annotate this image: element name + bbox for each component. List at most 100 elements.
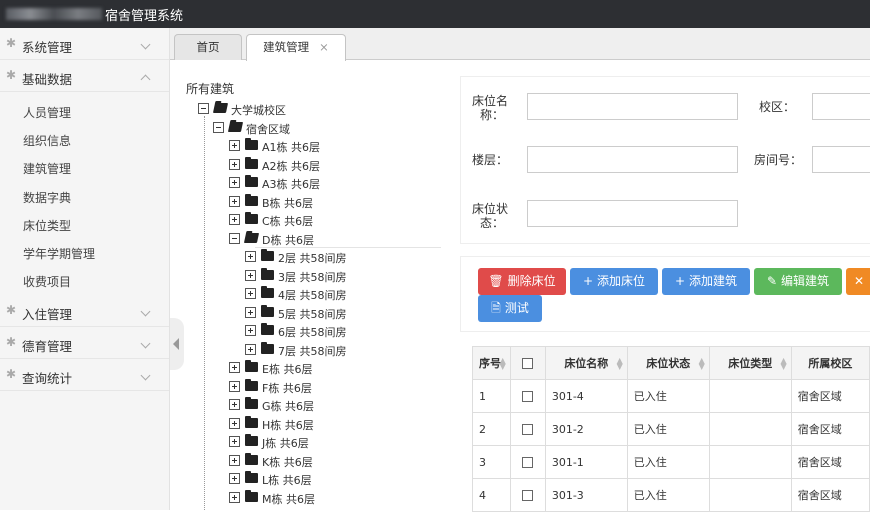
row-checkbox[interactable] — [522, 424, 534, 435]
tree-node[interactable]: G栋 共6层 — [186, 396, 446, 414]
tree-node[interactable]: 2层 共58间房 — [186, 248, 446, 266]
expand-icon[interactable] — [245, 343, 256, 355]
tab-home[interactable]: 首页 — [174, 34, 242, 60]
expand-icon[interactable] — [229, 399, 240, 410]
tab-building-management[interactable]: 建筑管理 × — [246, 34, 346, 61]
tree-node[interactable]: K栋 共6层 — [186, 452, 446, 470]
sidebar-collapse-toggle[interactable] — [170, 318, 184, 370]
expand-icon[interactable] — [229, 362, 240, 373]
folder-icon — [261, 286, 274, 298]
tree-node[interactable]: 大学城校区 — [186, 100, 446, 118]
close-tab-icon[interactable]: × — [319, 40, 329, 54]
campus-input[interactable] — [812, 93, 870, 120]
row-select[interactable] — [509, 379, 546, 413]
top-bar: 宿舍管理系统 — [0, 0, 870, 28]
row-checkbox[interactable] — [522, 490, 534, 501]
table-row[interactable]: 3 301-1 已入住 宿舍区域 — [472, 445, 870, 479]
sidebar-group[interactable]: ✱ 基础数据 — [0, 60, 169, 92]
tree-node[interactable]: J栋 共6层 — [186, 433, 446, 451]
tree-node[interactable]: A1栋 共6层 — [186, 137, 446, 155]
delete-bed-button[interactable]: 🗑 删除床位 — [478, 268, 566, 295]
add-building-button[interactable]: + 添加建筑 — [662, 268, 750, 295]
col-select-all[interactable] — [509, 346, 546, 380]
sort-icon: ▲ ▼ — [780, 356, 787, 371]
sidebar-group[interactable]: ✱ 入住管理 — [0, 295, 169, 328]
expand-icon[interactable] — [229, 417, 240, 429]
tree-node[interactable]: F栋 共6层 — [186, 378, 446, 396]
bed-name-input[interactable] — [527, 93, 738, 120]
tree-node[interactable]: B栋 共6层 — [186, 193, 446, 211]
select-all-checkbox[interactable] — [522, 358, 534, 369]
tree-node[interactable]: C栋 共6层 — [186, 211, 446, 229]
expand-icon[interactable] — [245, 269, 256, 281]
tree-node-label: A1栋 共6层 — [262, 141, 321, 154]
expand-icon[interactable] — [229, 158, 240, 170]
sidebar-item[interactable]: 人员管理 — [0, 96, 169, 124]
col-bed-name[interactable]: 床位名称 ▲ ▼ — [544, 346, 628, 380]
tree-node[interactable]: A2栋 共6层 — [186, 156, 446, 174]
row-checkbox[interactable] — [522, 391, 534, 402]
col-index[interactable]: 序号 ▲ ▼ — [472, 346, 511, 380]
tree-node[interactable]: 6层 共58间房 — [186, 322, 446, 340]
sidebar-item[interactable]: 床位类型 — [0, 209, 169, 237]
collapse-icon[interactable] — [198, 103, 209, 114]
tree-node[interactable]: E栋 共6层 — [186, 359, 446, 377]
sidebar-group[interactable]: ✱ 查询统计 — [0, 359, 169, 392]
sidebar-group[interactable]: ✱ 德育管理 — [0, 327, 169, 360]
room-input[interactable] — [812, 146, 870, 173]
sidebar-item[interactable]: 学年学期管理 — [0, 237, 169, 265]
expand-icon[interactable] — [229, 491, 240, 503]
sidebar-item-label: 人员管理 — [23, 106, 72, 120]
expand-icon[interactable] — [229, 454, 240, 466]
sidebar-group[interactable]: ✱ 系统管理 — [0, 28, 169, 60]
row-select[interactable] — [509, 412, 546, 446]
col-bed-type[interactable]: 床位类型 ▲ ▼ — [708, 346, 792, 380]
expand-icon[interactable] — [245, 325, 256, 336]
tree-node[interactable]: D栋 共6层 — [186, 230, 446, 248]
tree-node[interactable]: H栋 共6层 — [186, 415, 446, 433]
collapse-icon[interactable] — [229, 232, 240, 244]
bed-status-input[interactable] — [527, 200, 738, 227]
expand-icon[interactable] — [245, 306, 256, 318]
add-bed-button[interactable]: + 添加床位 — [570, 268, 658, 295]
col-bed-status[interactable]: 床位状态 ▲ ▼ — [626, 346, 710, 380]
row-select[interactable] — [509, 445, 546, 479]
tree-node[interactable]: L栋 共6层 — [186, 470, 446, 488]
sidebar-item[interactable]: 组织信息 — [0, 124, 169, 152]
expand-icon[interactable] — [245, 251, 256, 262]
bed-status-cell: 已入住 — [626, 379, 710, 413]
sidebar-item[interactable]: 收费项目 — [0, 265, 169, 293]
tree-node[interactable]: 7层 共58间房 — [186, 341, 446, 359]
sidebar-item[interactable]: 建筑管理 — [0, 152, 169, 180]
sidebar-item[interactable]: 数据字典 — [0, 181, 169, 209]
expand-icon[interactable] — [229, 436, 240, 447]
expand-icon[interactable] — [229, 380, 240, 392]
tree-node[interactable]: 3层 共58间房 — [186, 267, 446, 285]
expand-icon[interactable] — [229, 195, 240, 207]
col-campus[interactable]: 所属校区 — [790, 346, 870, 380]
tree-node[interactable]: 5层 共58间房 — [186, 304, 446, 322]
collapse-icon[interactable] — [213, 121, 224, 133]
gear-icon: ✱ — [6, 36, 17, 50]
tree-node[interactable]: A3栋 共6层 — [186, 174, 446, 192]
tree-node[interactable]: 宿舍区域 — [186, 119, 446, 137]
row-checkbox[interactable] — [522, 457, 534, 468]
tree-node[interactable]: M栋 共6层 — [186, 489, 446, 507]
sidebar: ✱ 系统管理 ✱ 基础数据人员管理组织信息 建筑管理 数据字典 床位类型 学年学期管理 收费项目… — [0, 28, 170, 510]
expand-icon[interactable] — [245, 288, 256, 299]
bed-name-label: 床位名 称： — [472, 94, 509, 122]
sidebar-group-label: 入住管理 — [22, 307, 73, 323]
floor-input[interactable] — [527, 146, 738, 173]
table-row[interactable]: 4 301-3 已入住 宿舍区域 — [472, 478, 870, 512]
edit-building-button[interactable]: ✎ 编辑建筑 — [754, 268, 842, 295]
tree-node[interactable]: 4层 共58间房 — [186, 285, 446, 303]
expand-icon[interactable] — [229, 177, 240, 188]
table-row[interactable]: 2 301-2 已入住 宿舍区域 — [472, 412, 870, 446]
extra-action-button[interactable]: ✕ — [846, 268, 870, 295]
test-button[interactable]: 🗎 测试 — [478, 295, 542, 322]
expand-icon[interactable] — [229, 473, 240, 484]
expand-icon[interactable] — [229, 140, 240, 151]
row-select[interactable] — [509, 478, 546, 512]
table-row[interactable]: 1 301-4 已入住 宿舍区域 — [472, 379, 870, 413]
expand-icon[interactable] — [229, 214, 240, 225]
